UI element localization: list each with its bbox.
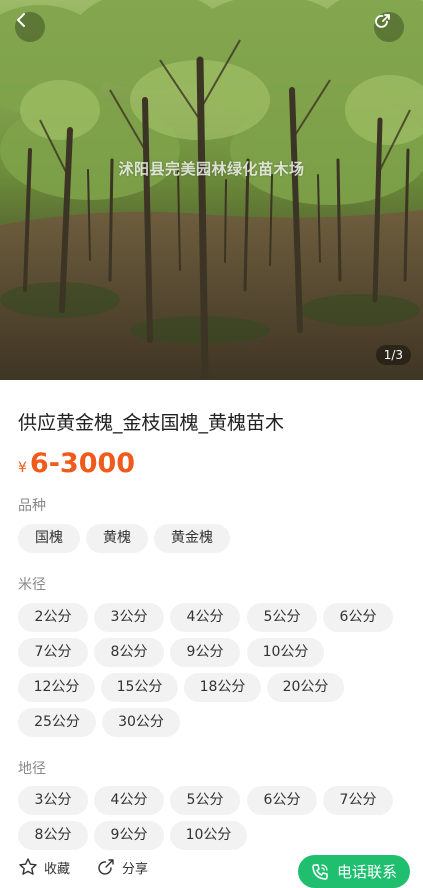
image-counter: 1/3 — [375, 345, 411, 365]
ground-diameter-option[interactable]: 6公分 — [247, 786, 317, 815]
favorite-button[interactable]: 收藏 — [18, 857, 70, 877]
breast-diameter-option[interactable]: 18公分 — [184, 673, 261, 702]
back-button[interactable] — [15, 12, 45, 42]
product-title: 供应黄金槐_金枝国槐_黄槐苗木 — [18, 412, 285, 434]
chevron-left-icon — [17, 13, 25, 27]
call-label: 电话联系 — [336, 863, 397, 881]
call-button[interactable]: 电话联系 — [298, 855, 410, 888]
breast-diameter-option[interactable]: 12公分 — [18, 673, 95, 702]
ground-diameter-option[interactable]: 9公分 — [94, 821, 164, 850]
share-button[interactable]: 分享 — [96, 857, 148, 877]
section-label-variety: 品种 — [18, 498, 46, 514]
breast-diameter-option[interactable]: 5公分 — [247, 603, 317, 632]
phone-icon — [312, 863, 328, 880]
product-info-card: 供应黄金槐_金枝国槐_黄槐苗木 ¥ 6-3000 品种 国槐 黄槐 黄金槐 米径… — [0, 380, 423, 850]
breast-diameter-option[interactable]: 8公分 — [94, 638, 164, 667]
breast-diameter-option[interactable]: 25公分 — [18, 708, 96, 737]
breast-diameter-option[interactable]: 6公分 — [323, 603, 393, 632]
breast-diameter-option[interactable]: 4公分 — [170, 603, 240, 632]
tree-nursery-illustration — [0, 0, 423, 380]
variety-option[interactable]: 黄槐 — [86, 524, 148, 553]
share-button-top[interactable] — [374, 12, 404, 42]
variety-option[interactable]: 黄金槐 — [154, 524, 230, 553]
breast-diameter-option[interactable]: 2公分 — [18, 603, 88, 632]
variety-option[interactable]: 国槐 — [18, 524, 80, 553]
favorite-label: 收藏 — [44, 861, 71, 877]
breast-diameter-option[interactable]: 7公分 — [18, 638, 88, 667]
breast-diameter-option[interactable]: 20公分 — [267, 673, 344, 702]
share-icon — [98, 859, 114, 875]
breast-diameter-option[interactable]: 9公分 — [170, 638, 240, 667]
share-label: 分享 — [122, 861, 149, 877]
ground-diameter-option[interactable]: 7公分 — [323, 786, 393, 815]
photo-watermark: 沭阳县完美园林绿化苗木场 — [118, 160, 305, 178]
product-price: ¥ 6-3000 — [18, 448, 135, 479]
ground-diameter-option[interactable]: 10公分 — [170, 821, 247, 850]
ground-diameter-option[interactable]: 5公分 — [170, 786, 240, 815]
breast-diameter-option[interactable]: 15公分 — [101, 673, 178, 702]
share-icon — [375, 14, 390, 28]
breast-diameter-option[interactable]: 3公分 — [94, 603, 164, 632]
star-icon — [19, 858, 37, 875]
ground-diameter-option[interactable]: 4公分 — [94, 786, 164, 815]
breast-diameter-option[interactable]: 10公分 — [247, 638, 324, 667]
section-label-ground-diameter: 地径 — [18, 761, 46, 777]
breast-diameter-option[interactable]: 30公分 — [102, 708, 180, 737]
price-value: 6-3000 — [29, 448, 136, 479]
ground-diameter-option[interactable]: 3公分 — [18, 786, 88, 815]
section-label-breast-diameter: 米径 — [18, 577, 46, 593]
product-photo[interactable]: 沭阳县完美园林绿化苗木场 1/3 — [0, 0, 423, 380]
ground-diameter-option[interactable]: 8公分 — [18, 821, 88, 850]
bottom-action-bar: 收藏 分享 电话联系 — [0, 850, 423, 888]
price-currency: ¥ — [18, 460, 27, 476]
